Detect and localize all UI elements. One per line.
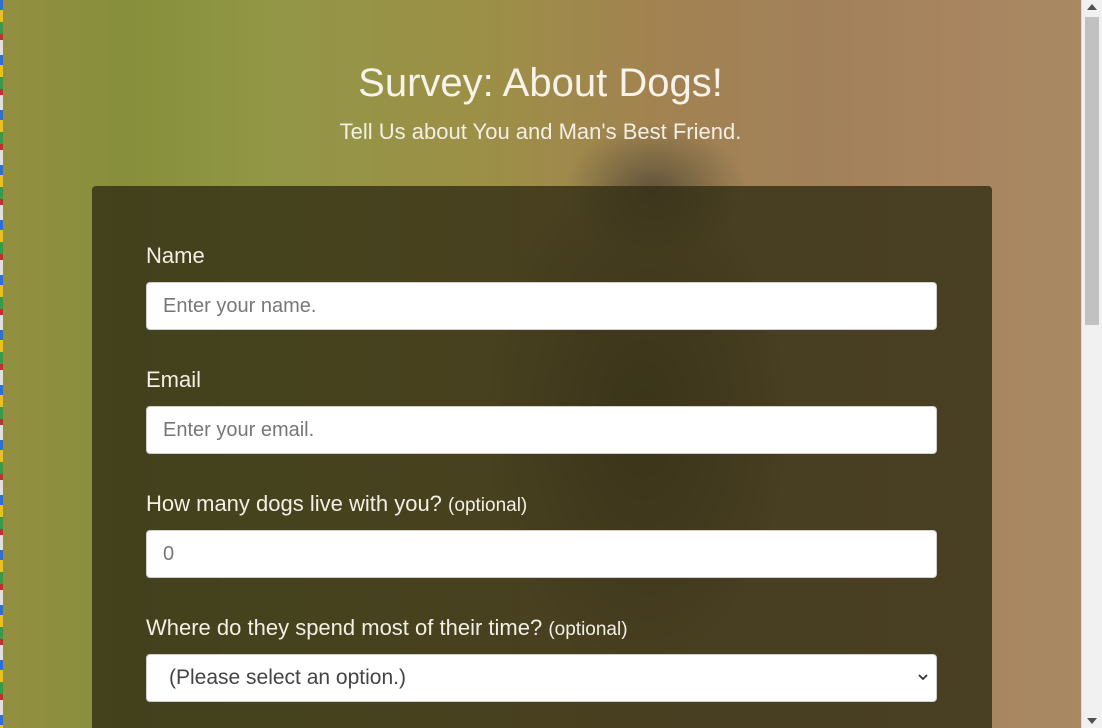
email-field[interactable] (146, 406, 937, 454)
dog-count-label-text: How many dogs live with you? (146, 491, 442, 516)
scroll-up-arrow-icon[interactable] (1087, 4, 1097, 10)
page: Survey: About Dogs! Tell Us about You an… (0, 0, 1102, 728)
location-dropdown[interactable]: (Please select an option.) (146, 654, 937, 702)
dog-count-field[interactable] (146, 530, 937, 578)
window-edge-strip (0, 0, 3, 728)
email-label-text: Email (146, 367, 202, 392)
location-label-text: Where do they spend most of their time? (146, 615, 543, 640)
form-panel (92, 186, 992, 728)
dog-count-label: How many dogs live with you? (optional) (146, 490, 527, 520)
page-title: Survey: About Dogs! (358, 61, 723, 105)
chevron-down-icon (918, 674, 928, 681)
name-label: Name (146, 242, 205, 270)
location-dropdown-value: (Please select an option.) (169, 666, 406, 689)
location-optional-tag: (optional) (548, 619, 628, 640)
email-label: Email (146, 366, 201, 394)
name-field[interactable] (146, 282, 937, 330)
location-label: Where do they spend most of their time? … (146, 614, 628, 644)
name-label-text: Name (146, 243, 205, 268)
vertical-scrollbar[interactable] (1081, 0, 1102, 728)
scrollbar-thumb[interactable] (1085, 17, 1099, 325)
dog-count-optional-tag: (optional) (448, 495, 528, 516)
page-description: Tell Us about You and Man's Best Friend. (339, 119, 742, 144)
scroll-down-arrow-icon[interactable] (1087, 718, 1097, 724)
